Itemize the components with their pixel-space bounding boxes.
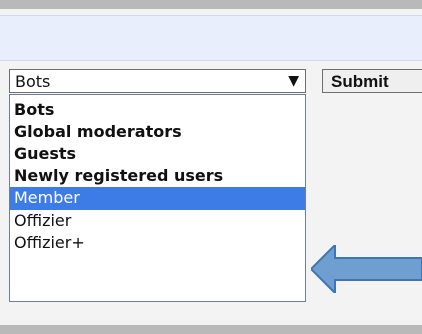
option-guests[interactable]: Guests [10, 143, 305, 165]
option-member[interactable]: Member [10, 187, 305, 210]
dropdown-arrow-icon: ▼ [288, 73, 299, 89]
option-bots[interactable]: Bots [10, 99, 305, 121]
option-global-moderators[interactable]: Global moderators [10, 121, 305, 143]
option-offizier[interactable]: Offizier [10, 210, 305, 232]
submit-button[interactable]: Submit [322, 69, 422, 93]
option-newly-registered-users[interactable]: Newly registered users [10, 165, 305, 187]
group-select[interactable]: Bots ▼ [9, 69, 306, 93]
group-select-value: Bots [15, 72, 51, 91]
option-offizier-plus[interactable]: Offizier+ [10, 232, 305, 254]
group-dropdown-list: Bots Global moderators Guests Newly regi… [9, 94, 306, 302]
left-arrow-icon [311, 245, 422, 293]
header-bar [0, 15, 422, 61]
